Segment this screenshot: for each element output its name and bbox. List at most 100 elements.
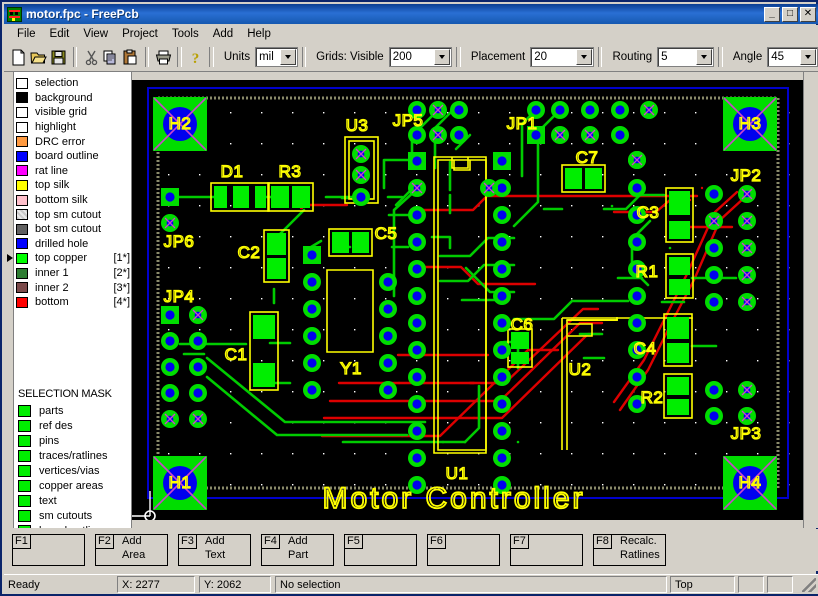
mask-row-ref-des[interactable]: ref des — [18, 418, 130, 433]
cut-button[interactable] — [81, 46, 101, 69]
chevron-down-icon[interactable] — [280, 49, 296, 65]
save-file-button[interactable] — [49, 46, 69, 69]
status-bar: Ready X: 2277 Y: 2062 No selection Top — [4, 574, 818, 594]
layer-row-bot-sm-cutout[interactable]: bot sm cutout — [16, 222, 132, 237]
menu-edit[interactable]: Edit — [43, 26, 77, 42]
mask-checkbox[interactable] — [18, 405, 31, 417]
maximize-button[interactable]: □ — [782, 7, 798, 22]
layer-row-top-copper[interactable]: top copper[1*] — [16, 251, 132, 266]
mask-checkbox[interactable] — [18, 465, 31, 477]
layer-color-swatch[interactable] — [16, 136, 28, 147]
mask-row-sm-cutouts[interactable]: sm cutouts — [18, 508, 130, 523]
angle-combobox[interactable]: 45 — [767, 47, 818, 67]
chevron-down-icon[interactable] — [576, 49, 592, 65]
function-key-f4[interactable]: F4AddPart — [261, 534, 334, 566]
close-icon: ✕ — [801, 8, 815, 21]
mask-row-traces-ratlines[interactable]: traces/ratlines — [18, 448, 130, 463]
layer-row-top-silk[interactable]: top silk — [16, 178, 132, 193]
units-combobox[interactable]: mil — [255, 47, 298, 67]
layer-color-swatch[interactable] — [16, 209, 28, 220]
layer-color-swatch[interactable] — [16, 224, 28, 235]
layer-color-swatch[interactable] — [16, 282, 28, 293]
toolbar-separator-4 — [209, 47, 213, 67]
function-key-f5[interactable]: F5 — [344, 534, 417, 566]
refdes-c2: C2 — [238, 243, 261, 262]
paste-button[interactable] — [121, 46, 141, 69]
mask-row-pins[interactable]: pins — [18, 433, 130, 448]
mask-row-board-outline[interactable]: board outline — [18, 523, 130, 528]
chevron-down-icon[interactable] — [696, 49, 712, 65]
smt-pads — [214, 168, 690, 415]
menu-view[interactable]: View — [76, 26, 115, 42]
menu-file[interactable]: File — [10, 26, 43, 42]
mask-checkbox[interactable] — [18, 420, 31, 432]
new-file-button[interactable] — [9, 46, 29, 69]
copy-button[interactable] — [101, 46, 121, 69]
layer-color-swatch[interactable] — [16, 268, 28, 279]
layer-row-board-outline[interactable]: board outline — [16, 149, 132, 164]
layer-row-visible-grid[interactable]: visible grid — [16, 105, 132, 120]
chevron-down-icon[interactable] — [800, 49, 816, 65]
layer-row-inner-1[interactable]: inner 1[2*] — [16, 266, 132, 281]
mask-checkbox[interactable] — [18, 435, 31, 447]
canvas-vertical-scrollbar[interactable] — [803, 72, 818, 528]
mask-label: board outline — [39, 525, 103, 529]
layer-row-bottom[interactable]: bottom[4*] — [16, 295, 132, 310]
function-key-f8[interactable]: F8Recalc.Ratlines — [593, 534, 666, 566]
placement-grid-combobox[interactable]: 20 — [530, 47, 594, 67]
layer-row-rat-line[interactable]: rat line — [16, 164, 132, 179]
help-button[interactable]: ? — [186, 46, 206, 69]
layer-color-swatch[interactable] — [16, 297, 28, 308]
chevron-down-icon[interactable] — [434, 49, 450, 65]
routing-grid-combobox[interactable]: 5 — [657, 47, 714, 67]
function-key-f1[interactable]: F1 — [12, 534, 85, 566]
layer-color-swatch[interactable] — [16, 195, 28, 206]
layer-row-drc-error[interactable]: DRC error — [16, 134, 132, 149]
resize-grip[interactable] — [796, 576, 818, 593]
mask-row-vertices-vias[interactable]: vertices/vias — [18, 463, 130, 478]
mask-row-copper-areas[interactable]: copper areas — [18, 478, 130, 493]
layer-color-swatch[interactable] — [16, 122, 28, 133]
open-file-button[interactable] — [29, 46, 49, 69]
mask-row-parts[interactable]: parts — [18, 403, 130, 418]
visible-grid-combobox[interactable]: 200 — [389, 47, 453, 67]
function-key-f3[interactable]: F3AddText — [178, 534, 251, 566]
menu-help[interactable]: Help — [240, 26, 278, 42]
mask-checkbox[interactable] — [18, 495, 31, 507]
mask-checkbox[interactable] — [18, 525, 31, 529]
layer-row-bottom-silk[interactable]: bottom silk — [16, 193, 132, 208]
layer-hotkey: [1*] — [113, 252, 132, 264]
print-button[interactable] — [153, 46, 173, 69]
layer-color-swatch[interactable] — [16, 253, 28, 264]
layer-row-selection[interactable]: selection — [16, 76, 132, 91]
layer-panel-scrollbar[interactable] — [4, 72, 14, 528]
close-button[interactable]: ✕ — [800, 7, 816, 22]
layer-row-top-sm-cutout[interactable]: top sm cutout — [16, 207, 132, 222]
refdes-jp6: JP6 — [164, 232, 195, 251]
layer-color-swatch[interactable] — [16, 238, 28, 249]
function-key-f2[interactable]: F2AddArea — [95, 534, 168, 566]
function-key-f7[interactable]: F7 — [510, 534, 583, 566]
layer-row-drilled-hole[interactable]: drilled hole — [16, 237, 132, 252]
layer-color-swatch[interactable] — [16, 92, 28, 103]
menu-tools[interactable]: Tools — [165, 26, 206, 42]
layer-color-swatch[interactable] — [16, 180, 28, 191]
layer-row-background[interactable]: background — [16, 91, 132, 106]
mask-row-text[interactable]: text — [18, 493, 130, 508]
refdes-r1: R1 — [636, 262, 659, 281]
menu-add[interactable]: Add — [206, 26, 240, 42]
function-key-f6[interactable]: F6 — [427, 534, 500, 566]
layer-row-inner-2[interactable]: inner 2[3*] — [16, 280, 132, 295]
refdes-jp5: JP5 — [393, 111, 424, 130]
layer-color-swatch[interactable] — [16, 165, 28, 176]
mask-checkbox[interactable] — [18, 510, 31, 522]
mask-checkbox[interactable] — [18, 450, 31, 462]
mask-checkbox[interactable] — [18, 480, 31, 492]
menu-project[interactable]: Project — [115, 26, 165, 42]
layer-row-highlight[interactable]: highlight — [16, 120, 132, 135]
pcb-canvas[interactable]: H2H3H1H4D1R3U3JP5JP1C7JP2C3R1JP6C2C5JP4C… — [132, 80, 804, 520]
layer-color-swatch[interactable] — [16, 151, 28, 162]
minimize-button[interactable]: _ — [764, 7, 780, 22]
layer-color-swatch[interactable] — [16, 78, 28, 89]
layer-color-swatch[interactable] — [16, 107, 28, 118]
